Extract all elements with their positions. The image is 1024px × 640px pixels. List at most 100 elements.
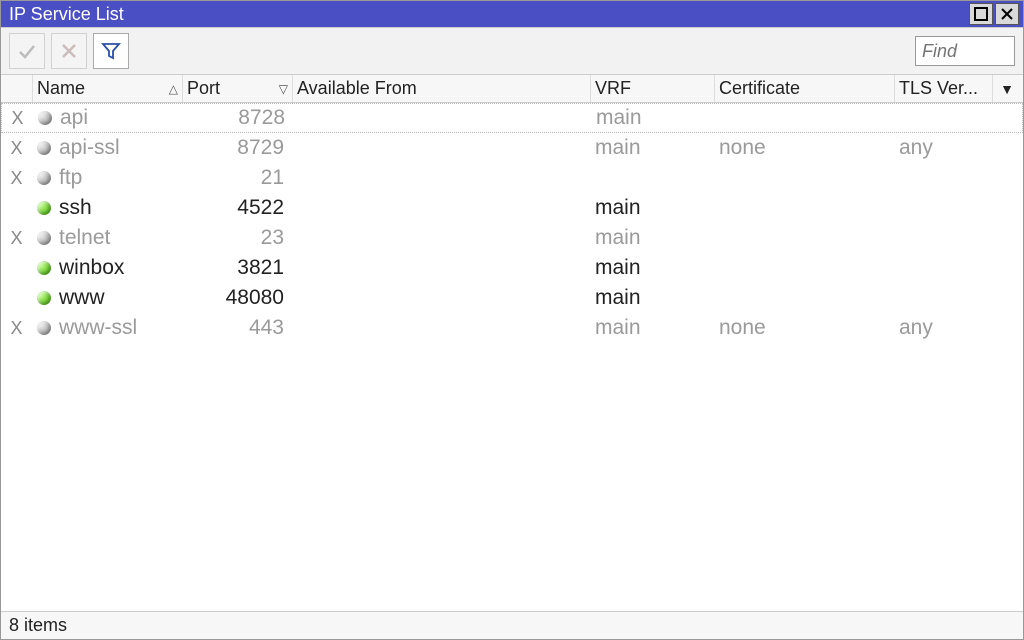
row-trailing-gap	[993, 223, 1021, 253]
table-row[interactable]: www48080main	[1, 283, 1023, 313]
row-certificate	[715, 163, 895, 193]
row-disabled-marker: X	[2, 104, 34, 132]
close-button[interactable]	[995, 3, 1019, 25]
row-certificate	[716, 104, 896, 132]
table-row[interactable]: winbox3821main	[1, 253, 1023, 283]
window: IP Service List Name △ Port ▽ A	[0, 0, 1024, 640]
row-disabled-marker	[1, 193, 33, 223]
row-available-from	[293, 133, 591, 163]
row-available-from	[293, 193, 591, 223]
column-name[interactable]: Name △	[33, 75, 183, 102]
disable-button[interactable]	[51, 33, 87, 69]
row-available-from	[293, 253, 591, 283]
funnel-icon	[101, 41, 121, 61]
row-vrf: main	[592, 104, 716, 132]
status-dot-icon	[37, 231, 51, 245]
chevron-down-icon: ▼	[1000, 81, 1014, 97]
row-port: 48080	[183, 283, 293, 313]
row-vrf: main	[591, 193, 715, 223]
table-row[interactable]: Xapi 8728 main	[1, 103, 1023, 133]
table-row[interactable]: Xtelnet 23 main	[1, 223, 1023, 253]
row-name-cell: ssh	[33, 193, 183, 223]
row-port: 4522	[183, 193, 293, 223]
column-picker[interactable]: ▼	[993, 75, 1021, 102]
column-tls-version-label: TLS Ver...	[899, 78, 978, 99]
filter-button[interactable]	[93, 33, 129, 69]
row-trailing-gap	[993, 163, 1021, 193]
table-header: Name △ Port ▽ Available From VRF Certifi…	[1, 75, 1023, 103]
table-row[interactable]: Xwww-ssl443mainnoneany	[1, 313, 1023, 343]
row-vrf: main	[591, 223, 715, 253]
row-port: 8728	[184, 104, 294, 132]
column-certificate[interactable]: Certificate	[715, 75, 895, 102]
row-name: winbox	[59, 256, 124, 280]
column-vrf[interactable]: VRF	[591, 75, 715, 102]
row-name-cell: www-ssl	[33, 313, 183, 343]
row-name: api-ssl	[59, 136, 120, 160]
row-trailing-gap	[993, 253, 1021, 283]
row-vrf	[591, 163, 715, 193]
row-certificate: none	[715, 133, 895, 163]
row-disabled-marker: X	[1, 163, 33, 193]
row-tls-version	[895, 283, 993, 313]
row-tls-version	[895, 223, 993, 253]
row-tls-version	[895, 253, 993, 283]
row-certificate: none	[715, 313, 895, 343]
titlebar[interactable]: IP Service List	[1, 1, 1023, 27]
row-tls-version: any	[895, 133, 993, 163]
row-vrf: main	[591, 253, 715, 283]
row-name: telnet	[59, 226, 110, 250]
column-status[interactable]	[1, 75, 33, 102]
row-available-from	[293, 313, 591, 343]
row-trailing-gap	[993, 313, 1021, 343]
row-trailing-gap	[993, 193, 1021, 223]
status-dot-icon	[37, 201, 51, 215]
table-row[interactable]: Xapi-ssl8729mainnoneany	[1, 133, 1023, 163]
row-tls-version	[896, 104, 994, 132]
row-certificate	[715, 193, 895, 223]
checkmark-icon	[17, 41, 37, 61]
maximize-button[interactable]	[969, 3, 993, 25]
row-available-from	[293, 283, 591, 313]
toolbar	[1, 27, 1023, 75]
row-certificate	[715, 253, 895, 283]
row-tls-version: any	[895, 313, 993, 343]
row-disabled-marker	[1, 283, 33, 313]
row-name-cell: api	[34, 104, 184, 132]
row-disabled-marker	[1, 253, 33, 283]
item-count: 8 items	[9, 615, 67, 636]
row-trailing-gap	[994, 104, 1022, 132]
status-dot-icon	[37, 141, 51, 155]
enable-button[interactable]	[9, 33, 45, 69]
table-row[interactable]: Xftp21	[1, 163, 1023, 193]
row-name-cell: winbox	[33, 253, 183, 283]
row-port: 23	[183, 223, 293, 253]
column-port[interactable]: Port ▽	[183, 75, 293, 102]
row-disabled-marker: X	[1, 223, 33, 253]
status-dot-icon	[37, 171, 51, 185]
row-disabled-marker: X	[1, 133, 33, 163]
row-port: 443	[183, 313, 293, 343]
row-name: ssh	[59, 196, 92, 220]
row-name: api	[60, 106, 88, 130]
row-vrf: main	[591, 133, 715, 163]
table-row[interactable]: ssh 4522 main	[1, 193, 1023, 223]
row-name-cell: telnet	[33, 223, 183, 253]
sort-asc-icon: △	[169, 82, 178, 96]
status-dot-icon	[38, 111, 52, 125]
column-name-label: Name	[37, 78, 85, 99]
row-tls-version	[895, 193, 993, 223]
row-name-cell: ftp	[33, 163, 183, 193]
find-input[interactable]	[915, 36, 1015, 66]
row-disabled-marker: X	[1, 313, 33, 343]
row-certificate	[715, 283, 895, 313]
status-dot-icon	[37, 291, 51, 305]
row-name-cell: www	[33, 283, 183, 313]
row-name: ftp	[59, 166, 82, 190]
column-port-label: Port	[187, 78, 220, 99]
row-tls-version	[895, 163, 993, 193]
column-available-from[interactable]: Available From	[293, 75, 591, 102]
column-tls-version[interactable]: TLS Ver...	[895, 75, 993, 102]
table-body[interactable]: Xapi8728mainXapi-ssl8729mainnoneanyXftp2…	[1, 103, 1023, 611]
row-name: www-ssl	[59, 316, 137, 340]
